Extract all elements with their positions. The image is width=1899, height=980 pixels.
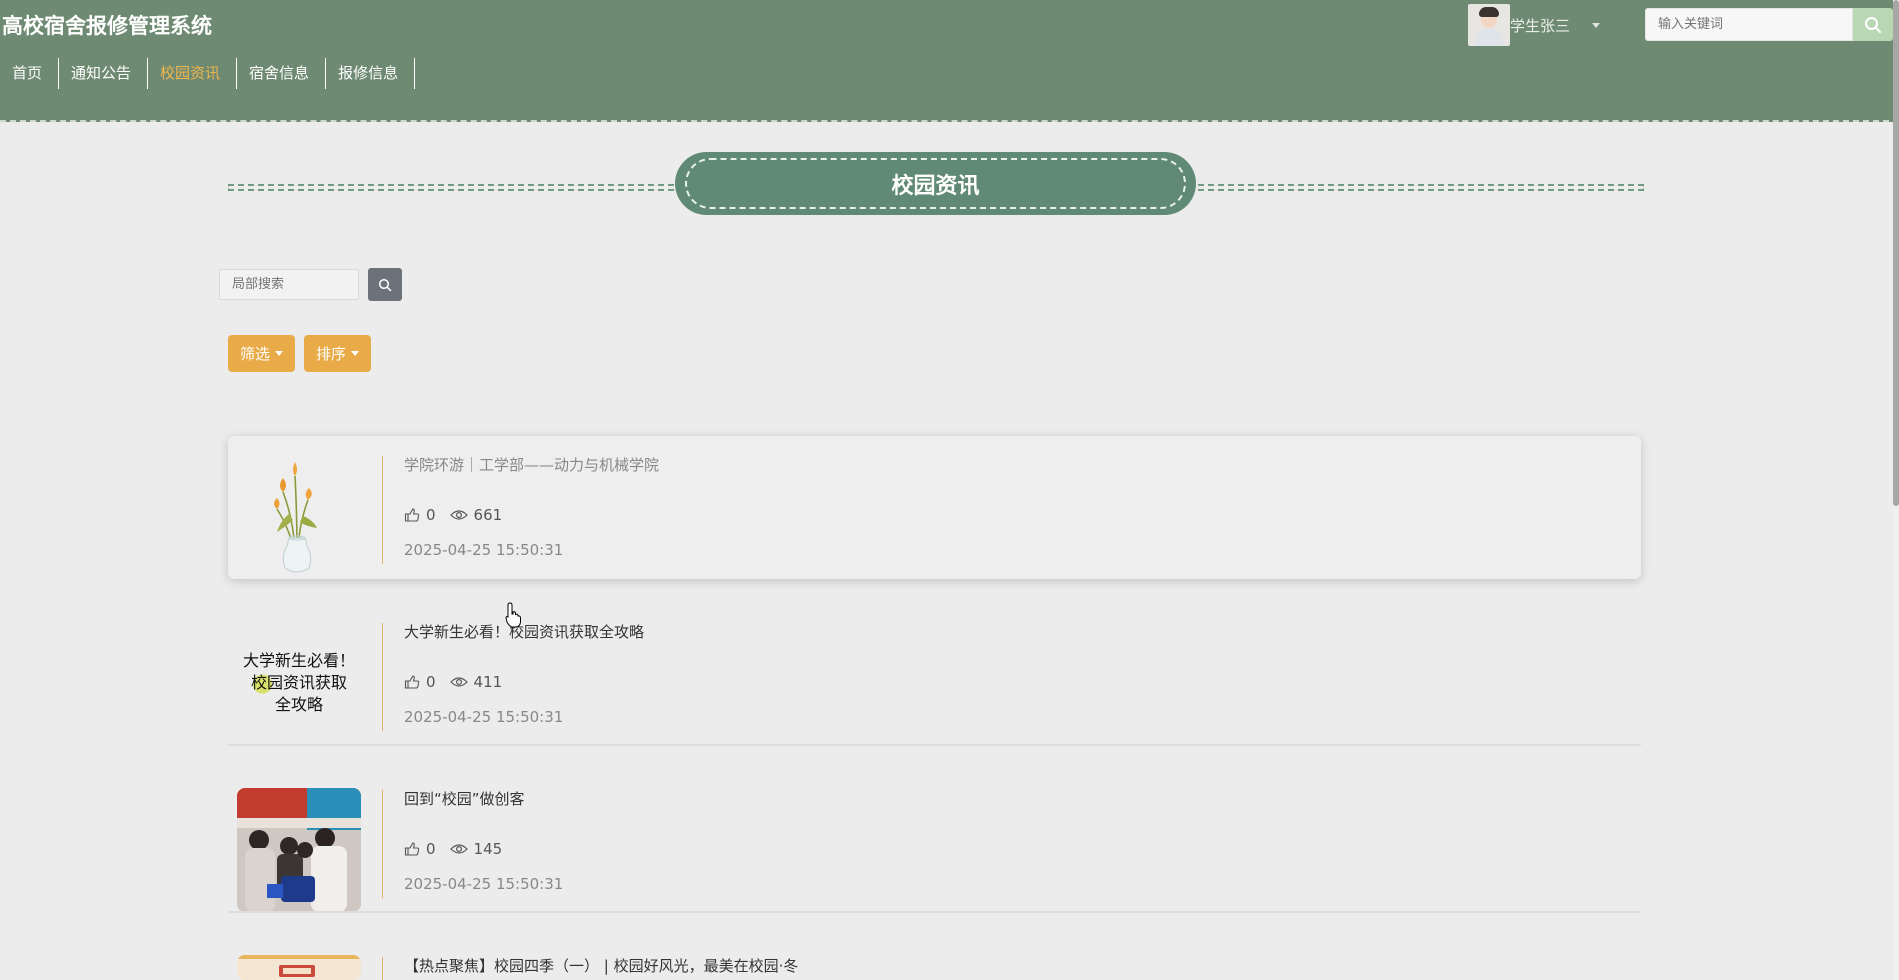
item-divider — [382, 456, 383, 564]
site-title: 高校宿舍报修管理系统 — [2, 14, 212, 38]
view-count: 661 — [473, 506, 503, 524]
top-header: 高校宿舍报修管理系统 首页 通知公告 校园资讯 宿舍信息 报修信息 学生张三 — [0, 0, 1899, 122]
search-icon — [1865, 16, 1881, 33]
item-divider — [382, 790, 383, 898]
view-count: 411 — [473, 673, 503, 691]
filter-dropdown-button[interactable]: 筛选 — [228, 335, 296, 372]
news-time: 2025-04-25 15:50:31 — [404, 541, 564, 559]
item-separator — [228, 911, 1641, 913]
news-time: 2025-04-25 15:50:31 — [404, 708, 564, 726]
thumbnail-caption: 校园资讯获取 — [250, 672, 347, 694]
news-title[interactable]: 学院环游｜工学部——动力与机械学院 — [404, 454, 659, 475]
caret-down-icon — [275, 351, 284, 356]
item-stats: 0 411 — [404, 673, 516, 691]
students-photo — [237, 788, 361, 912]
news-item[interactable]: 大学新生必看！ 校园资讯获取 全攻略 大学新生必看！校园资讯获取全攻略 0 41… — [228, 603, 1641, 746]
page-title-banner: 校园资讯 — [675, 152, 1196, 215]
thumbs-up-icon[interactable] — [404, 841, 420, 857]
caret-down-icon — [351, 351, 360, 356]
eye-icon — [449, 510, 468, 520]
sort-label: 排序 — [316, 345, 347, 363]
nav-item-campus-news[interactable]: 校园资讯 — [148, 58, 238, 89]
news-title[interactable]: 【热点聚焦】校园四季（一） | 校园好风光，最美在校园·冬 — [404, 955, 798, 976]
news-thumbnail: 大学新生必看！ 校园资讯获取 全攻略 — [237, 621, 361, 745]
nav-item-dorm-info[interactable]: 宿舍信息 — [237, 58, 327, 89]
search-input[interactable] — [1645, 8, 1853, 41]
sort-dropdown-button[interactable]: 排序 — [304, 335, 372, 372]
news-item[interactable]: 回到“校园”做创客 0 145 2025-04-25 15:50:31 — [228, 770, 1641, 913]
page-scrollbar[interactable] — [1893, 0, 1899, 980]
item-separator — [228, 744, 1641, 746]
thumbnail-caption: 全攻略 — [274, 695, 323, 714]
news-title[interactable]: 回到“校园”做创客 — [404, 788, 525, 809]
thumbs-up-icon[interactable] — [404, 674, 420, 690]
user-name: 学生张三 — [1510, 16, 1571, 35]
nav-item-notices[interactable]: 通知公告 — [59, 58, 149, 89]
local-search-button[interactable] — [368, 268, 402, 301]
like-count: 0 — [426, 673, 436, 691]
header-search — [1645, 8, 1893, 41]
scrollbar-thumb[interactable] — [1893, 0, 1899, 506]
avatar — [1468, 4, 1510, 46]
view-count: 145 — [473, 840, 503, 858]
item-divider — [382, 957, 383, 980]
news-time: 2025-04-25 15:50:31 — [404, 875, 564, 893]
nav-item-repair-info[interactable]: 报修信息 — [326, 58, 416, 89]
eye-icon — [449, 677, 468, 687]
nav-item-home[interactable]: 首页 — [0, 58, 60, 89]
item-divider — [382, 623, 383, 731]
item-stats: 0 661 — [404, 506, 516, 524]
thumbnail-caption: 大学新生必看！ — [242, 651, 355, 670]
search-button[interactable] — [1853, 8, 1893, 41]
eye-icon — [449, 844, 468, 854]
page-title: 校园资讯 — [685, 158, 1186, 209]
news-thumbnail — [237, 454, 361, 578]
item-stats: 0 145 — [404, 840, 516, 858]
news-title[interactable]: 大学新生必看！校园资讯获取全攻略 — [404, 621, 644, 642]
tulip-vase-image — [274, 462, 317, 573]
filter-label: 筛选 — [240, 345, 271, 363]
news-item[interactable]: 学院环游｜工学部——动力与机械学院 0 661 2025-04-25 15:50… — [228, 436, 1641, 579]
news-item[interactable]: 【热点聚焦】校园四季（一） | 校园好风光，最美在校园·冬 — [228, 937, 1641, 980]
like-count: 0 — [426, 840, 436, 858]
news-thumbnail — [237, 955, 361, 980]
like-count: 0 — [426, 506, 436, 524]
search-icon — [378, 278, 392, 291]
main-nav: 首页 通知公告 校园资讯 宿舍信息 报修信息 — [0, 58, 416, 89]
thumbs-up-icon[interactable] — [404, 507, 420, 523]
news-thumbnail — [237, 788, 361, 912]
hand-pointer-icon — [505, 602, 521, 628]
chevron-down-icon — [1592, 22, 1601, 28]
local-search-input[interactable] — [219, 269, 359, 300]
user-menu[interactable]: 学生张三 — [1468, 4, 1601, 46]
season-poster-image — [237, 955, 361, 980]
